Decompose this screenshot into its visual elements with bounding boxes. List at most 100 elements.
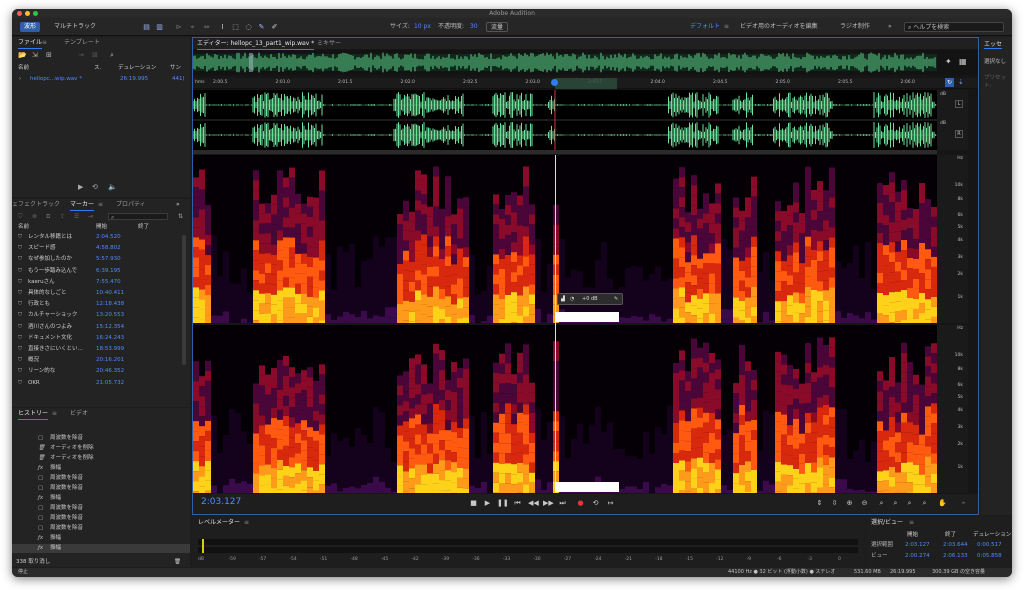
zoom-out-point-icon[interactable]: ⌕ [920,499,929,508]
history-item[interactable]: ▢ 周波数を除音 [12,474,190,483]
marker-start[interactable]: 4:58.802 [96,244,121,253]
zoom-in-point-icon[interactable]: ⌕ [905,499,914,508]
zoom-frequency-icon[interactable]: ⌖ [959,499,968,508]
history-item[interactable]: ▢ 周波数を除音 [12,484,190,493]
marker-filter-icon[interactable]: ⇅ [178,212,183,221]
view-end[interactable]: 2:06.133 [943,552,968,561]
marker-row[interactable]: ⛉ スピード感 4:58.802 [12,244,190,253]
time-ruler[interactable]: hms 2:00.5 2:01.0 2:01.5 2:02.0 2:02.5 2:03.0… [193,78,978,89]
gain-hud[interactable]: ▟ ◔ +0 dB ✎ [557,293,623,305]
history-item[interactable]: ▢ 周波数を除音 [12,514,190,523]
history-delete-icon[interactable]: 🗑 [174,558,181,567]
hud-gain-value[interactable]: +0 dB [582,294,598,304]
tab-video[interactable]: ビデオ [70,408,88,419]
marker-start[interactable]: 5:57.930 [96,255,121,264]
panel-overflow-icon[interactable]: » [176,199,180,210]
tab-files[interactable]: ファイル [18,37,43,49]
minimize-window-button[interactable] [25,11,30,16]
autoplay-icon[interactable]: 🔈 [108,183,117,192]
spot-healing-icon[interactable]: ✐ [270,23,279,31]
tab-templates[interactable]: テンプレート [64,37,100,48]
tab-properties[interactable]: プロパティ [116,199,146,210]
skip-selection-icon[interactable]: ↦ [606,499,615,508]
level-menu-icon[interactable]: ≡ [244,517,249,528]
marker-export-icon[interactable]: ⇪ [60,212,65,221]
marker-start[interactable]: 13:20.553 [96,311,124,320]
marker-start[interactable]: 16:24.243 [96,334,124,343]
marker-start[interactable]: 6:39.195 [96,267,121,276]
editor-menu-icon[interactable]: ≡ [301,38,306,49]
marker-start[interactable]: 18:53.999 [96,345,124,354]
history-item[interactable]: ƒx 振幅 [12,494,190,503]
tab-history[interactable]: ヒストリー [18,408,49,420]
history-item[interactable]: ƒx 振幅 [12,534,190,543]
expand-chevron-icon[interactable]: › [19,75,21,84]
marker-start[interactable]: 20:16.201 [96,356,124,365]
zoom-selection-icon[interactable]: ⌕ [891,499,900,508]
tab-effects[interactable]: エッセ [984,39,1003,49]
multitrack-view-button[interactable]: マルチトラック [50,22,100,32]
sel-duration[interactable]: 0:00.517 [977,541,1002,550]
history-menu-icon[interactable]: ≡ [52,408,57,419]
marker-row[interactable]: ⛉ リーン的な 20:46.352 [12,367,190,376]
marker-row[interactable]: ⛉ レンタル移籍とは 2:04.520 [12,233,190,242]
marker-row[interactable]: ⛉ ドキュメント文化 16:24.243 [12,334,190,343]
workspace-menu-icon[interactable]: ≡ [724,22,729,32]
tab-effects-rack[interactable]: ェフェクトラック [12,199,60,210]
razor-tool-icon[interactable]: ⌖ [188,23,197,31]
history-item[interactable]: ▢ 周波数を除音 [12,434,190,443]
selview-menu-icon[interactable]: ≡ [909,517,914,528]
history-item[interactable]: ƒx 振幅 [12,464,190,473]
sel-start[interactable]: 2:03.127 [905,541,930,550]
playhead-handle[interactable] [551,79,558,86]
play-preview-icon[interactable]: ▶ [78,183,83,192]
pitch-view-icon[interactable]: ▥ [155,23,164,31]
markers-menu-icon[interactable]: ≡ [98,199,103,210]
help-search-input[interactable]: ⌕ ヘルプを検索 [904,22,1004,32]
right-channel-toggle[interactable]: R [955,130,963,138]
marker-merge-icon[interactable]: ⧉ [46,212,50,221]
time-selection-icon[interactable]: I [218,23,227,31]
stop-icon[interactable]: ■ [469,499,478,508]
workspace-radio[interactable]: ラジオ制作 [840,22,870,32]
pin-icon[interactable]: ⇣ [958,78,964,86]
go-to-start-icon[interactable]: ⏮ [513,499,522,508]
history-item[interactable]: ▢ 周波数を除音 [12,524,190,533]
marker-start[interactable]: 20:46.352 [96,367,124,376]
marker-start[interactable]: 2:04.520 [96,233,121,242]
marker-search-input[interactable]: ⌕ [108,213,168,221]
view-duration[interactable]: 0:05.858 [977,552,1002,561]
brush-tool-icon[interactable]: ✎ [257,23,266,31]
opacity-value[interactable]: 30 [470,22,478,32]
workspace-video[interactable]: ビデオ用のオーディオを編集 [740,22,818,32]
fast-forward-icon[interactable]: ▶▶ [543,499,554,508]
marker-start[interactable]: 10:40.411 [96,289,124,298]
history-item[interactable]: ▢ 周波数を除音 [12,504,190,513]
marker-row[interactable]: ⛉ カルチャーショック 13:20.553 [12,311,190,320]
file-row[interactable]: › hellopc...wip.wav * 26:19.995 441( [12,75,190,84]
sync-icon[interactable]: ↻ [945,78,954,87]
marker-start[interactable]: 15:12.354 [96,323,124,332]
open-file-icon[interactable]: 📂 [18,51,27,60]
history-item[interactable]: ƒx 振幅 [12,544,190,553]
record-icon[interactable]: ● [576,499,585,508]
selected-region-left[interactable] [555,312,619,322]
history-item[interactable]: 🗑 オーディオを削除 [12,444,190,453]
lasso-tool-icon[interactable]: ◌ [244,23,253,31]
marker-start[interactable]: 12:18.438 [96,300,124,309]
zoom-window-button[interactable] [33,11,38,16]
rewind-icon[interactable]: ◀◀ [528,499,539,508]
spectrogram-right[interactable] [193,325,937,503]
current-timecode[interactable]: 2:03.127 [201,497,241,507]
slip-tool-icon[interactable]: ⇔ [202,23,211,31]
hud-pin-icon[interactable]: ✎ [614,294,618,304]
waveform-display[interactable] [192,90,937,150]
size-value[interactable]: 10 px [414,22,431,32]
loop-icon[interactable]: ⟲ [591,499,600,508]
move-tool-icon[interactable]: ⊳ [174,23,183,31]
gain-knob-icon[interactable]: ◔ [570,294,574,304]
flow-button[interactable]: 流量 [486,22,509,32]
marker-row[interactable]: ⛉ もう一歩踏み込んで 6:39.195 [12,267,190,276]
marker-row[interactable]: ⛉ 酒川さんのつよみ 15:12.354 [12,323,190,332]
zoom-to-fit-icon[interactable]: ✦ [945,57,952,66]
